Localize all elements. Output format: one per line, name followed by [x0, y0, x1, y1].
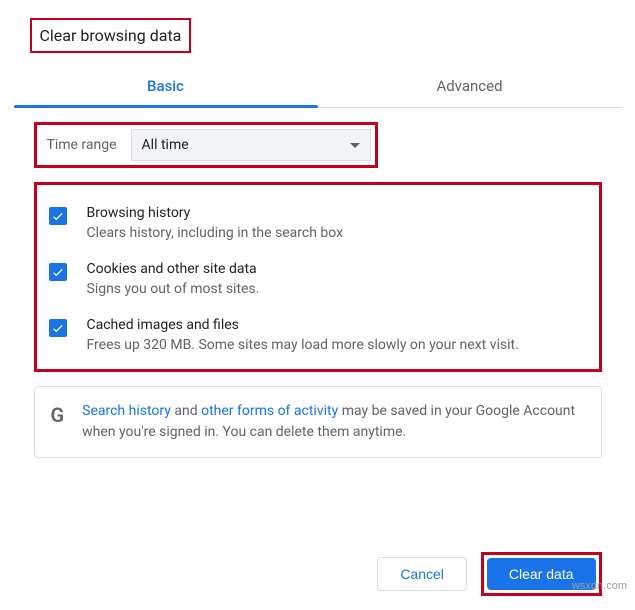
tab-basic[interactable]: Basic: [14, 63, 318, 107]
google-logo-icon: G: [51, 403, 65, 427]
check-icon: [51, 265, 65, 279]
option-title: Browsing history: [87, 205, 344, 221]
time-range-row: Time range All time: [34, 122, 378, 168]
option-title: Cached images and files: [87, 317, 519, 333]
watermark: wsxdn.com: [572, 580, 627, 592]
cancel-button[interactable]: Cancel: [377, 557, 467, 591]
other-activity-link[interactable]: other forms of activity: [201, 403, 338, 419]
dialog-actions: Cancel Clear data: [14, 538, 622, 610]
search-history-link[interactable]: Search history: [82, 403, 171, 419]
checkbox-cache[interactable]: [49, 319, 67, 337]
time-range-label: Time range: [47, 137, 117, 153]
option-cache: Cached images and files Frees up 320 MB.…: [45, 307, 591, 363]
info-text: Search history and other forms of activi…: [82, 401, 584, 443]
checkbox-browsing-history[interactable]: [49, 207, 67, 225]
time-range-select[interactable]: All time: [131, 129, 371, 161]
option-title: Cookies and other site data: [87, 261, 260, 277]
tab-bar: Basic Advanced: [14, 63, 622, 108]
check-icon: [51, 209, 65, 223]
clear-browsing-data-dialog: Clear browsing data Basic Advanced Time …: [14, 0, 622, 610]
tab-advanced[interactable]: Advanced: [318, 63, 622, 107]
option-desc: Frees up 320 MB. Some sites may load mor…: [87, 337, 519, 353]
options-group: Browsing history Clears history, includi…: [34, 182, 602, 372]
option-desc: Signs you out of most sites.: [87, 281, 260, 297]
dialog-title: Clear browsing data: [30, 18, 192, 53]
check-icon: [51, 321, 65, 335]
checkbox-cookies[interactable]: [49, 263, 67, 281]
option-cookies: Cookies and other site data Signs you ou…: [45, 251, 591, 307]
time-range-value: All time: [142, 137, 189, 153]
option-desc: Clears history, including in the search …: [87, 225, 344, 241]
option-browsing-history: Browsing history Clears history, includi…: [45, 195, 591, 251]
chevron-down-icon: [350, 143, 360, 148]
google-account-info: G Search history and other forms of acti…: [34, 386, 602, 458]
